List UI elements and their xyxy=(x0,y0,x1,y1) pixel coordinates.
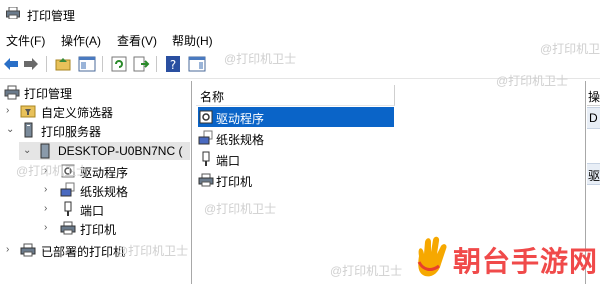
menu-bar: 文件(F) 操作(A) 查看(V) 帮助(H) xyxy=(0,30,600,50)
filter-folder-icon xyxy=(20,105,36,118)
watermark-text: @打印机卫士 xyxy=(224,52,297,66)
printer-icon xyxy=(198,173,214,187)
watermark-text: @打印机卫士 xyxy=(116,244,189,258)
actions-header: 操 xyxy=(587,85,600,106)
tree-item-printers[interactable]: › 打印机 xyxy=(0,219,190,237)
chevron-right-icon[interactable]: › xyxy=(6,244,9,255)
print-management-icon xyxy=(4,85,20,100)
watermark-text: @打印机卫士 xyxy=(16,164,89,178)
paper-forms-icon xyxy=(60,182,75,197)
chevron-down-icon[interactable]: ⌄ xyxy=(6,124,14,135)
menu-file[interactable]: 文件(F) xyxy=(6,32,45,49)
back-arrow-icon[interactable] xyxy=(2,55,20,73)
chevron-down-icon[interactable]: ⌄ xyxy=(23,145,31,156)
tree-item-forms[interactable]: › 纸张规格 xyxy=(0,181,190,199)
driver-icon xyxy=(199,110,213,124)
watermark-text: @打印机卫士 xyxy=(496,74,569,88)
chevron-right-icon[interactable]: › xyxy=(44,222,47,233)
print-management-icon xyxy=(6,7,20,19)
brand-text: 朝台手游网 xyxy=(453,245,599,278)
printer-icon xyxy=(20,243,36,257)
menu-view[interactable]: 查看(V) xyxy=(117,32,157,49)
tree-item-print-servers[interactable]: ⌄ 打印服务器 xyxy=(0,121,190,139)
tree-item-ports[interactable]: › 端口 xyxy=(0,200,190,218)
tree-item-custom-filters[interactable]: › 自定义筛选器 xyxy=(0,102,190,120)
column-header-name[interactable]: 名称 xyxy=(196,85,395,106)
up-folder-icon[interactable] xyxy=(54,55,72,73)
paper-forms-icon xyxy=(198,130,213,145)
properties-pane-icon[interactable] xyxy=(188,55,206,73)
watermark-text: @打印机卫士 xyxy=(204,202,277,216)
brand-watermark: 朝台手游网 xyxy=(413,236,600,280)
forward-arrow-icon[interactable] xyxy=(22,55,40,73)
chevron-right-icon[interactable]: › xyxy=(44,184,47,195)
help-icon[interactable]: ? xyxy=(164,55,182,73)
printer-icon xyxy=(60,221,76,235)
tree-item-server[interactable]: ⌄ DESKTOP-U0BN7NC ( xyxy=(19,142,190,160)
window-title: 打印管理 xyxy=(27,9,76,23)
actions-section-bar-driver[interactable]: 驱 xyxy=(587,163,600,185)
port-icon xyxy=(202,151,210,166)
show-hide-tree-icon[interactable] xyxy=(78,55,96,73)
svg-text:?: ? xyxy=(170,58,176,72)
chevron-right-icon[interactable]: › xyxy=(44,203,47,214)
list-item-drivers[interactable]: 驱动程序 xyxy=(198,107,394,127)
tree-item-print-management[interactable]: 打印管理 xyxy=(0,83,190,101)
export-list-icon[interactable] xyxy=(132,55,150,73)
menu-action[interactable]: 操作(A) xyxy=(61,32,101,49)
chevron-right-icon[interactable]: › xyxy=(6,105,9,116)
actions-section-bar[interactable]: D xyxy=(587,107,600,129)
refresh-icon[interactable] xyxy=(110,55,128,73)
server-icon xyxy=(24,122,33,138)
menu-help[interactable]: 帮助(H) xyxy=(172,32,213,49)
title-bar: 打印管理 xyxy=(0,0,600,28)
computer-icon xyxy=(40,143,50,159)
hand-logo-icon xyxy=(417,236,447,277)
watermark-text: @打印机卫士 xyxy=(330,264,403,278)
watermark-text: @打印机卫士 xyxy=(540,42,600,56)
port-icon xyxy=(64,201,72,216)
